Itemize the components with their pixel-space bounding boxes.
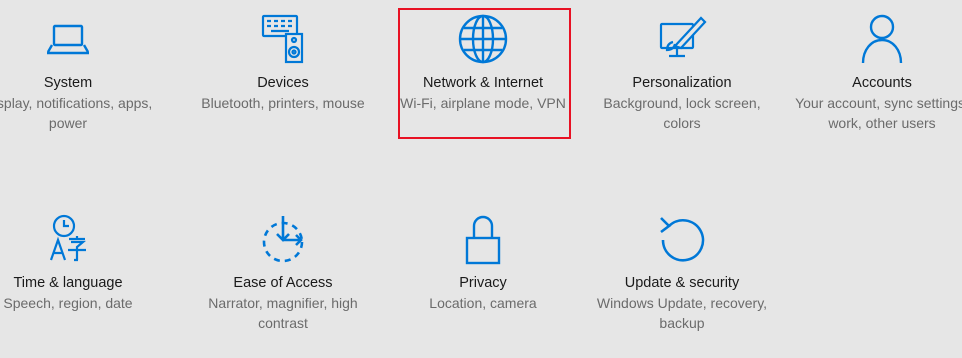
- devices-icon: [256, 12, 310, 66]
- ease-of-access-icon: [256, 212, 310, 266]
- tile-description: Display, notifications, apps, power: [0, 95, 153, 131]
- tile-title: Ease of Access: [233, 275, 333, 291]
- tile-description: Bluetooth, printers, mouse: [201, 95, 365, 111]
- lock-icon: [456, 212, 510, 266]
- tile-description: Location, camera: [429, 295, 537, 311]
- tile-accounts[interactable]: Accounts Your account, sync settings, wo…: [787, 0, 962, 150]
- tile-personalization[interactable]: Personalization Background, lock screen,…: [587, 0, 777, 150]
- settings-grid: System Display, notifications, apps, pow…: [0, 0, 962, 358]
- tile-update-security[interactable]: Update & security Windows Update, recove…: [587, 200, 777, 350]
- person-icon: [855, 12, 909, 66]
- tile-privacy[interactable]: Privacy Location, camera: [388, 200, 578, 350]
- tile-time-language[interactable]: Time & language Speech, region, date: [0, 200, 163, 350]
- tile-description: Speech, region, date: [3, 295, 133, 311]
- tile-description: Your account, sync settings, work, other…: [795, 95, 962, 131]
- tile-description: Narrator, magnifier, high contrast: [208, 295, 358, 331]
- tile-devices[interactable]: Devices Bluetooth, printers, mouse: [188, 0, 378, 150]
- update-icon: [655, 212, 709, 266]
- tile-title: Accounts: [852, 75, 912, 91]
- tile-title: Privacy: [459, 275, 507, 291]
- tile-title: Devices: [257, 75, 309, 91]
- laptop-icon: [41, 12, 95, 66]
- personalization-icon: [655, 12, 709, 66]
- time-language-icon: [41, 212, 95, 266]
- tile-title: System: [43, 75, 93, 91]
- tile-network-internet[interactable]: Network & Internet Wi-Fi, airplane mode,…: [388, 0, 578, 150]
- tile-system[interactable]: System Display, notifications, apps, pow…: [0, 0, 163, 150]
- tile-description: Wi-Fi, airplane mode, VPN: [400, 95, 566, 111]
- tile-title: Update & security: [624, 275, 740, 291]
- tile-description: Background, lock screen, colors: [603, 95, 761, 131]
- tile-title: Network & Internet: [422, 75, 544, 91]
- tile-description: Windows Update, recovery, backup: [596, 295, 768, 331]
- globe-icon: [456, 12, 510, 66]
- tile-ease-of-access[interactable]: Ease of Access Narrator, magnifier, high…: [188, 200, 378, 350]
- tile-title: Personalization: [632, 75, 732, 91]
- tile-title: Time & language: [13, 275, 123, 291]
